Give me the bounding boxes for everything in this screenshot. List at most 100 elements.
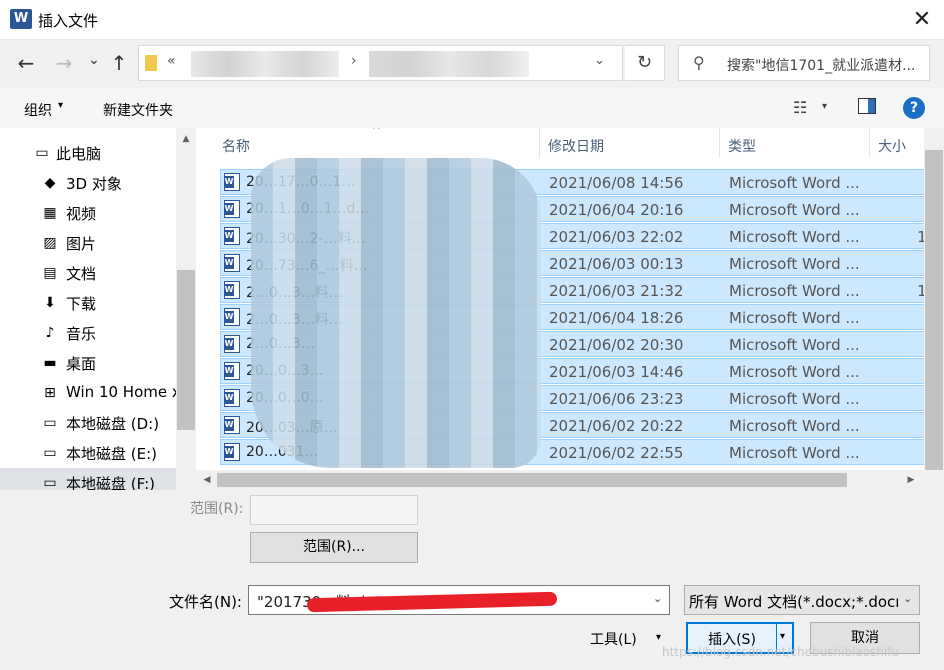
- word-document-icon: [224, 416, 240, 434]
- file-type: Microsoft Word ...: [729, 201, 860, 219]
- file-date: 2021/06/03 14:46: [549, 363, 684, 381]
- nav-item-icon: ▬: [43, 355, 57, 371]
- organize-button[interactable]: 组织: [24, 100, 52, 120]
- file-list-horizontal-thumb[interactable]: [217, 473, 847, 487]
- column-header-type[interactable]: 类型: [728, 136, 756, 156]
- recent-locations-icon[interactable]: ⌄: [80, 46, 108, 74]
- file-type: Microsoft Word ...: [729, 282, 860, 300]
- word-document-icon: [224, 281, 240, 299]
- nav-item-icon: ▨: [43, 235, 57, 251]
- column-divider[interactable]: [869, 128, 870, 158]
- word-document-icon: [224, 173, 240, 191]
- sidebar-item[interactable]: ▭ 本地磁盘 (E:): [0, 438, 176, 468]
- file-type: Microsoft Word ...: [729, 363, 860, 381]
- address-segment-blurred[interactable]: [369, 51, 529, 77]
- sidebar-item[interactable]: ▨ 图片: [0, 228, 176, 258]
- navigation-pane: ▭ 此电脑 ◆ 3D 对象 ▦ 视频 ▨ 图片 ▤ 文档 ⬇ 下载 ♪ 音乐 ▬ 桌面 ⊞ Win 10 Home…: [0, 128, 196, 490]
- sidebar-item[interactable]: ▬ 桌面: [0, 348, 176, 378]
- word-app-icon: W: [10, 9, 32, 29]
- column-divider[interactable]: [539, 128, 540, 158]
- sidebar-item[interactable]: ⊞ Win 10 Home x: [0, 378, 181, 408]
- search-input[interactable]: 搜索"地信1701_就业派遣材...: [727, 55, 927, 75]
- view-options-icon[interactable]: ☷: [793, 98, 807, 117]
- file-type: Microsoft Word ...: [729, 390, 860, 408]
- column-header-name[interactable]: 名称: [222, 136, 250, 156]
- nav-item-label: 视频: [66, 205, 97, 223]
- word-document-icon: [224, 443, 240, 461]
- preview-pane-icon[interactable]: [858, 98, 876, 114]
- forward-arrow-icon[interactable]: →: [50, 49, 78, 77]
- file-type: Microsoft Word ...: [729, 444, 860, 462]
- nav-item-icon: ▭: [43, 445, 57, 461]
- up-arrow-icon[interactable]: ↑: [105, 49, 133, 77]
- filename-label: 文件名(N):: [169, 593, 242, 611]
- file-type: Microsoft Word ...: [729, 228, 860, 246]
- address-dropdown-icon[interactable]: ⌄: [594, 53, 605, 68]
- new-folder-button[interactable]: 新建文件夹: [103, 100, 173, 120]
- sidebar-item[interactable]: ♪ 音乐: [0, 318, 176, 348]
- word-document-icon: [224, 389, 240, 407]
- address-overflow-chevron[interactable]: «: [167, 53, 176, 69]
- filetype-dropdown-icon[interactable]: ⌄: [903, 592, 912, 605]
- nav-scroll-thumb[interactable]: [177, 270, 195, 430]
- column-divider[interactable]: [719, 128, 720, 158]
- insert-options-caret-icon[interactable]: ▾: [780, 631, 785, 642]
- nav-item-icon: ▦: [43, 205, 57, 221]
- title-bar: W 插入文件 ✕: [0, 0, 944, 40]
- tools-caret-icon[interactable]: ▾: [656, 632, 661, 643]
- command-toolbar: 组织 ▾ 新建文件夹 ☷ ▾: [0, 88, 944, 128]
- column-header-size[interactable]: 大小: [878, 136, 906, 156]
- scroll-right-icon[interactable]: ▶: [902, 471, 920, 489]
- address-segment-blurred[interactable]: [191, 51, 339, 77]
- range-label: 范围(R):: [190, 501, 244, 517]
- filename-dropdown-icon[interactable]: ⌄: [653, 592, 662, 605]
- address-separator[interactable]: ›: [351, 53, 357, 69]
- organize-caret-icon[interactable]: ▾: [58, 100, 63, 111]
- watermark-text: https://blog.csdn.net/chebushibiaoshifu: [662, 645, 900, 659]
- file-date: 2021/06/03 22:02: [549, 228, 684, 246]
- nav-item-icon: ▭: [43, 475, 57, 490]
- address-bar[interactable]: « › ⌄: [138, 45, 623, 81]
- nav-item-label: Win 10 Home x: [66, 383, 181, 401]
- file-list: ^ 名称 修改日期 类型 大小 20…17…0…1…2021/06/08 14:…: [196, 128, 944, 490]
- word-document-icon: [224, 308, 240, 326]
- sidebar-item[interactable]: ▤ 文档: [0, 258, 176, 288]
- sidebar-item[interactable]: ▦ 视频: [0, 198, 176, 228]
- file-type: Microsoft Word ...: [729, 309, 860, 327]
- range-input: [250, 495, 418, 525]
- file-date: 2021/06/03 00:13: [549, 255, 684, 273]
- view-options-caret-icon[interactable]: ▾: [822, 101, 827, 112]
- nav-item-icon: ▭: [35, 145, 49, 161]
- sidebar-item[interactable]: ◆ 3D 对象: [0, 168, 176, 198]
- range-button[interactable]: 范围(R)...: [250, 532, 418, 563]
- tools-button[interactable]: 工具(L): [590, 629, 637, 649]
- sidebar-item[interactable]: ▭ 本地磁盘 (D:): [0, 408, 176, 438]
- filetype-select[interactable]: 所有 Word 文档(*.docx;*.docı ⌄: [684, 585, 920, 615]
- close-icon[interactable]: ✕: [904, 4, 940, 36]
- file-date: 2021/06/02 20:22: [549, 417, 684, 435]
- sidebar-item[interactable]: ⬇ 下载: [0, 288, 176, 318]
- file-date: 2021/06/04 20:16: [549, 201, 684, 219]
- file-date: 2021/06/04 18:26: [549, 309, 684, 327]
- folder-icon: [145, 55, 157, 71]
- sidebar-item[interactable]: ▭ 此电脑: [0, 138, 176, 168]
- word-document-icon: [224, 254, 240, 272]
- column-header-date[interactable]: 修改日期: [548, 136, 604, 156]
- word-document-icon: [224, 200, 240, 218]
- refresh-icon[interactable]: ↻: [625, 45, 665, 81]
- scroll-left-icon[interactable]: ◀: [198, 471, 216, 489]
- back-arrow-icon[interactable]: ←: [12, 49, 40, 77]
- file-date: 2021/06/06 23:23: [549, 390, 684, 408]
- nav-item-icon: ⊞: [44, 385, 56, 401]
- help-icon[interactable]: ?: [903, 97, 925, 119]
- filename-input[interactable]: "201730…料.docx" "2017303 ⌄: [248, 585, 670, 615]
- sidebar-item[interactable]: ▭ 本地磁盘 (F:): [0, 468, 176, 490]
- word-document-icon: [224, 335, 240, 353]
- redaction-blur: [251, 158, 541, 468]
- filetype-value[interactable]: 所有 Word 文档(*.docx;*.docı: [689, 591, 899, 612]
- file-list-vertical-thumb[interactable]: [925, 150, 943, 470]
- nav-item-icon: ▤: [43, 265, 57, 281]
- search-box[interactable]: ⚲ 搜索"地信1701_就业派遣材...: [678, 45, 930, 81]
- nav-scroll-up-icon[interactable]: ▲: [177, 130, 195, 148]
- nav-item-label: 下载: [66, 295, 97, 313]
